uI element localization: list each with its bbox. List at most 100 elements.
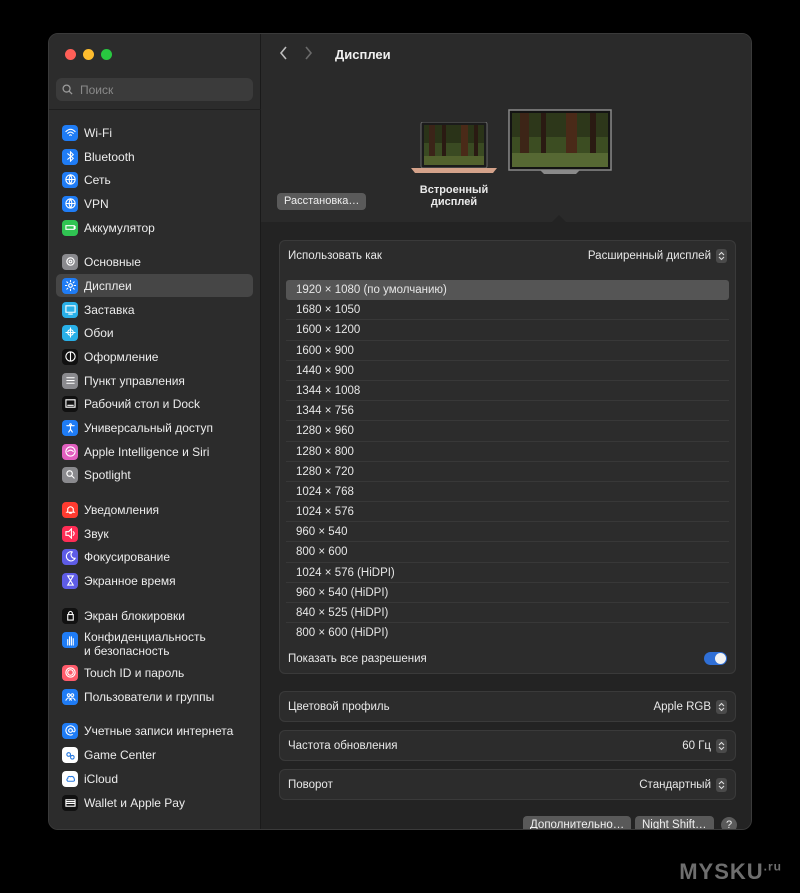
builtin-display-image[interactable] [411, 122, 499, 174]
gear-icon [62, 253, 78, 270]
help-button[interactable]: ? [721, 817, 737, 829]
zoom-button[interactable] [101, 49, 112, 60]
resolution-option[interactable]: 800 × 600 (HiDPI) [286, 623, 729, 643]
rotation-select[interactable]: Стандартный [639, 778, 727, 792]
resolution-option[interactable]: 960 × 540 (HiDPI) [286, 583, 729, 603]
sidebar-item-label: Пользователи и группы [84, 689, 215, 704]
lock-icon [62, 607, 78, 624]
resolution-option[interactable]: 1680 × 1050 [286, 300, 729, 321]
refresh-rate-card: Частота обновления 60 Гц [279, 730, 736, 761]
navigation [279, 46, 313, 60]
resolution-option[interactable]: 800 × 600 [286, 542, 729, 563]
sidebar-item[interactable]: Сеть [56, 168, 253, 191]
show-all-label: Показать все разрешения [288, 652, 427, 665]
color-profile-label: Цветовой профиль [288, 701, 390, 713]
sidebar-item[interactable]: Bluetooth [56, 145, 253, 168]
sidebar-item-label: Touch ID и пароль [84, 665, 185, 680]
resolution-option[interactable]: 1600 × 1200 [286, 320, 729, 341]
wallet-icon [62, 794, 78, 811]
toggle-knob [715, 653, 726, 664]
color-profile-value: Apple RGB [653, 701, 711, 713]
resolution-option[interactable]: 1280 × 720 [286, 462, 729, 482]
speaker-icon [62, 525, 78, 542]
back-icon[interactable] [279, 46, 289, 60]
resolution-option[interactable]: 1280 × 800 [286, 442, 729, 462]
advanced-button[interactable]: Дополнительно… [523, 816, 632, 829]
resolution-option[interactable]: 1280 × 960 [286, 421, 729, 442]
sidebar-item-label: Учетные записи интернета [84, 723, 234, 738]
sidebar-item[interactable]: Заставка [56, 298, 253, 321]
fingerprint-icon [62, 664, 78, 681]
color-profile-row: Цветовой профиль Apple RGB [288, 700, 727, 714]
sidebar-item-label: Wallet и Apple Pay [84, 795, 185, 810]
sidebar-item-label: Bluetooth [84, 149, 135, 164]
use-as-value: Расширенный дисплей [587, 250, 711, 262]
watermark-text: MYSKU [679, 859, 764, 884]
resolution-option[interactable]: 1024 × 768 [286, 482, 729, 503]
minimize-button[interactable] [83, 49, 94, 60]
resolution-option[interactable]: 1024 × 576 [286, 502, 729, 523]
selection-notch [551, 215, 567, 223]
sidebar-item[interactable]: Game Center [56, 743, 253, 766]
resolution-list: 1920 × 1080 (по умолчанию) 1680 × 1050 160… [286, 280, 729, 643]
sidebar-item[interactable]: Экран блокировки [56, 604, 253, 627]
rotation-label: Поворот [288, 779, 333, 791]
sidebar-item[interactable]: Wi-Fi [56, 121, 253, 144]
vpn-globe-icon [62, 195, 78, 212]
sidebar-item[interactable]: Экранное время [56, 569, 253, 592]
wifi-icon [62, 124, 78, 141]
forward-icon[interactable] [303, 46, 313, 60]
sidebar-item[interactable]: Пункт управления [56, 369, 253, 392]
resolution-option[interactable]: 1920 × 1080 (по умолчанию) [286, 280, 729, 301]
sidebar-item[interactable]: Дисплеи [56, 274, 253, 297]
show-all-toggle[interactable] [704, 652, 727, 665]
search-input[interactable] [78, 81, 242, 98]
bluetooth-icon [62, 148, 78, 165]
resolution-option[interactable]: 1024 × 576 (HiDPI) [286, 563, 729, 583]
night-shift-button[interactable]: Night Shift… [635, 816, 714, 829]
sidebar-item[interactable]: Фокусирование [56, 545, 253, 568]
refresh-rate-label: Частота обновления [288, 740, 398, 752]
sidebar-divider [49, 109, 261, 110]
arrange-button[interactable]: Расстановка… [277, 193, 367, 210]
refresh-rate-select[interactable]: 60 Гц [682, 739, 727, 753]
sidebar-item[interactable]: Оформление [56, 345, 253, 368]
external-display-image[interactable] [508, 109, 612, 175]
builtin-display-caption: Встроенный дисплей [419, 184, 489, 208]
color-profile-select[interactable]: Apple RGB [653, 700, 727, 714]
updown-chevron-icon [716, 700, 727, 714]
resolution-option[interactable]: 1344 × 1008 [286, 381, 729, 402]
sidebar-item[interactable]: Wallet и Apple Pay [56, 791, 253, 814]
sidebar-item[interactable]: VPN [56, 192, 253, 215]
resolution-option[interactable]: 1600 × 900 [286, 341, 729, 361]
sidebar-item[interactable]: iCloud [56, 767, 253, 790]
sidebar-item[interactable]: Универсальный доступ [56, 416, 253, 439]
sidebar-item[interactable]: Уведомления [56, 498, 253, 521]
sidebar-item[interactable]: Apple Intelligence и Siri [56, 440, 253, 463]
close-button[interactable] [65, 49, 76, 60]
sidebar-item[interactable]: Конфиденциальность и безопасность [56, 628, 253, 660]
sidebar: Wi-Fi Bluetooth Сеть VPN Аккумулятор Основные… [49, 34, 261, 829]
search-field[interactable] [56, 78, 253, 101]
sidebar-item[interactable]: Spotlight [56, 463, 253, 486]
resolution-option[interactable]: 1440 × 900 [286, 361, 729, 381]
sidebar-item[interactable]: Touch ID и пароль [56, 661, 253, 684]
magnifier-icon [62, 466, 78, 483]
sidebar-item[interactable]: Основные [56, 250, 253, 273]
sidebar-item[interactable]: Обои [56, 321, 253, 344]
sidebar-item-label: Wi-Fi [84, 125, 112, 140]
resolution-option[interactable]: 1344 × 756 [286, 401, 729, 422]
settings-window: Wi-Fi Bluetooth Сеть VPN Аккумулятор Основные… [48, 33, 752, 830]
sidebar-item[interactable]: Рабочий стол и Dock [56, 392, 253, 415]
sidebar-item-label: Аккумулятор [84, 220, 155, 235]
watermark: MYSKU.ru [679, 859, 782, 885]
resolution-option[interactable]: 960 × 540 [286, 522, 729, 543]
sidebar-item[interactable]: Пользователи и группы [56, 685, 253, 708]
sidebar-item[interactable]: Аккумулятор [56, 216, 253, 239]
siri-icon [62, 443, 78, 460]
sidebar-item[interactable]: Звук [56, 522, 253, 545]
screensaver-icon [62, 301, 78, 318]
sidebar-item[interactable]: Учетные записи интернета [56, 719, 253, 742]
use-as-select[interactable]: Расширенный дисплей [588, 249, 727, 263]
resolution-option[interactable]: 840 × 525 (HiDPI) [286, 603, 729, 624]
